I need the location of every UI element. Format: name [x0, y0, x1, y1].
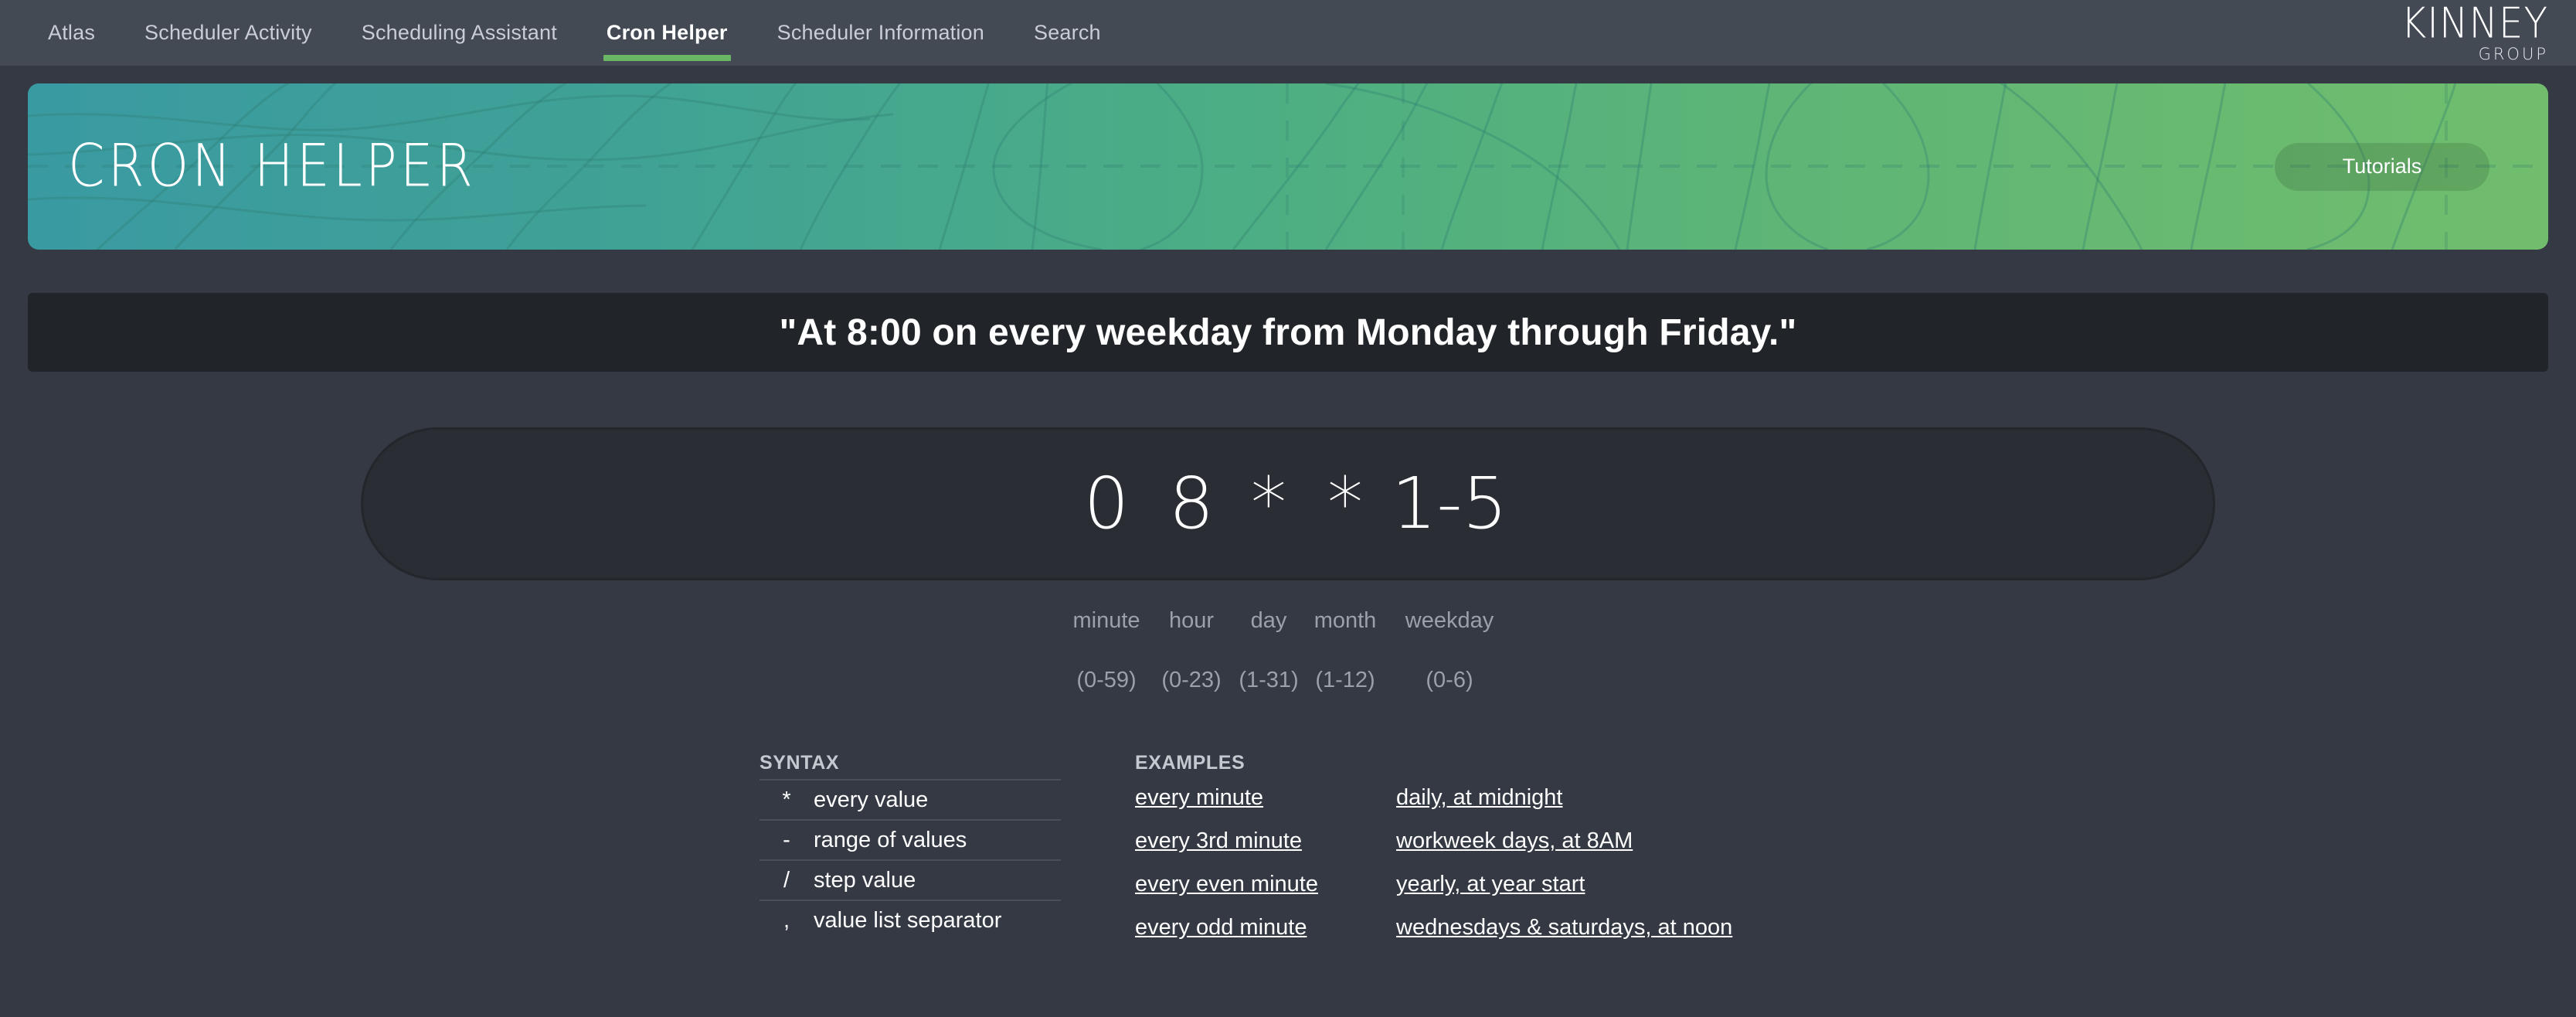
nav-items: Atlas Scheduler Activity Scheduling Assi…: [23, 0, 1126, 66]
cron-label-month: month: [1313, 608, 1377, 633]
cron-field-weekday[interactable]: 1-5: [1388, 468, 1511, 539]
nav-item-cron-helper[interactable]: Cron Helper: [582, 0, 753, 66]
nav-item-label: Search: [1034, 21, 1101, 44]
cron-label-weekday: weekday: [1405, 608, 1494, 633]
example-link[interactable]: workweek days, at 8AM: [1396, 828, 1633, 854]
examples-column-right: daily, at midnight workweek days, at 8AM…: [1396, 785, 1732, 940]
cron-label-day: day: [1250, 608, 1287, 633]
nav-item-label: Cron Helper: [606, 21, 728, 44]
tutorials-button[interactable]: Tutorials: [2275, 142, 2489, 191]
cron-description-bar: "At 8:00 on every weekday from Monday th…: [28, 293, 2548, 372]
nav-item-atlas[interactable]: Atlas: [23, 0, 120, 66]
kinney-group-logo[interactable]: KINNEY GROUP: [2401, 0, 2548, 63]
syntax-description: step value: [814, 867, 916, 893]
syntax-table: * every value - range of values / step v…: [760, 779, 1061, 940]
syntax-row: , value list separator: [760, 900, 1061, 940]
cron-expression-box[interactable]: 0 8 * * 1-5: [361, 427, 2215, 580]
brand-subtitle: GROUP: [2478, 44, 2548, 63]
cron-field-ranges: (0-59) (0-23) (1-31) (1-12) (0-6): [1018, 668, 1558, 693]
brand-name: KINNEY: [2401, 0, 2548, 47]
examples-heading: EXAMPLES: [1135, 752, 1246, 774]
example-link[interactable]: every minute: [1135, 785, 1263, 811]
cron-range-hour: (0-23): [1161, 668, 1222, 692]
syntax-row: / step value: [760, 859, 1061, 900]
nav-item-label: Atlas: [48, 21, 96, 44]
nav-item-label: Scheduler Information: [777, 21, 984, 44]
syntax-description: every value: [814, 787, 929, 812]
page-title: CRON HELPER: [68, 132, 476, 201]
cron-field-day[interactable]: *: [1235, 468, 1303, 539]
example-link[interactable]: every odd minute: [1135, 915, 1307, 940]
nav-item-label: Scheduling Assistant: [361, 21, 557, 44]
cron-field-month[interactable]: *: [1303, 468, 1388, 539]
nav-item-label: Scheduler Activity: [144, 21, 312, 44]
syntax-description: value list separator: [814, 907, 1002, 933]
cron-field-hour[interactable]: 8: [1148, 468, 1235, 539]
syntax-symbol: *: [782, 787, 791, 812]
hero-banner-container: CRON HELPER Tutorials: [0, 66, 2576, 250]
cron-description-text: "At 8:00 on every weekday from Monday th…: [779, 311, 1797, 353]
hero-banner: CRON HELPER Tutorials: [28, 83, 2548, 250]
example-link[interactable]: wednesdays & saturdays, at noon: [1396, 915, 1732, 940]
syntax-symbol: /: [783, 867, 790, 893]
syntax-row: * every value: [760, 779, 1061, 819]
syntax-symbol: ,: [783, 907, 790, 933]
cron-label-minute: minute: [1072, 608, 1140, 633]
bottom-panels: SYNTAX * every value - range of values /…: [0, 752, 2576, 940]
cron-expression-area: 0 8 * * 1-5 minute hour day month weekda…: [0, 427, 2576, 693]
syntax-panel: SYNTAX * every value - range of values /…: [760, 752, 1061, 940]
syntax-description: range of values: [814, 827, 967, 852]
cron-fields: 0 8 * * 1-5: [1018, 468, 1558, 539]
example-link[interactable]: daily, at midnight: [1396, 785, 1562, 811]
cron-range-weekday: (0-6): [1426, 668, 1473, 692]
nav-item-search[interactable]: Search: [1009, 0, 1126, 66]
nav-item-scheduler-information[interactable]: Scheduler Information: [753, 0, 1009, 66]
cron-range-month: (1-12): [1315, 668, 1375, 692]
description-container: "At 8:00 on every weekday from Monday th…: [0, 250, 2576, 372]
nav-item-scheduling-assistant[interactable]: Scheduling Assistant: [337, 0, 582, 66]
example-link[interactable]: every 3rd minute: [1135, 828, 1302, 854]
cron-range-minute: (0-59): [1076, 668, 1137, 692]
nav-item-scheduler-activity[interactable]: Scheduler Activity: [120, 0, 337, 66]
top-navigation-bar: Atlas Scheduler Activity Scheduling Assi…: [0, 0, 2576, 66]
example-link[interactable]: every even minute: [1135, 872, 1318, 897]
syntax-symbol: -: [783, 827, 790, 852]
examples-panel: EXAMPLES every minute every 3rd minute e…: [1135, 752, 1732, 940]
examples-columns: every minute every 3rd minute every even…: [1135, 785, 1732, 940]
cron-field-labels: minute hour day month weekday: [1018, 608, 1558, 634]
cron-label-hour: hour: [1168, 608, 1215, 633]
example-link[interactable]: yearly, at year start: [1396, 872, 1585, 897]
cron-field-minute[interactable]: 0: [1065, 468, 1148, 539]
syntax-heading: SYNTAX: [760, 752, 840, 774]
syntax-row: - range of values: [760, 819, 1061, 859]
cron-range-day: (1-31): [1239, 668, 1299, 692]
examples-column-left: every minute every 3rd minute every even…: [1135, 785, 1364, 940]
